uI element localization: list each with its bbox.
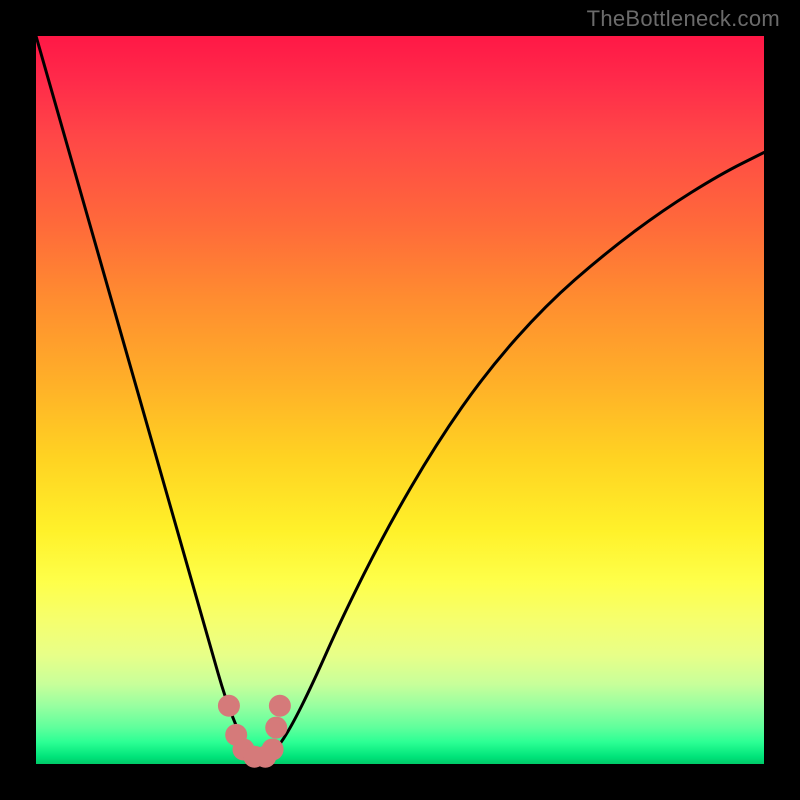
chart-frame: TheBottleneck.com xyxy=(0,0,800,800)
curve-path xyxy=(36,36,764,757)
bottleneck-curve xyxy=(36,36,764,757)
plot-area xyxy=(36,36,764,764)
highlight-markers xyxy=(218,695,291,768)
marker-dot xyxy=(218,695,240,717)
curve-svg xyxy=(36,36,764,764)
watermark-text: TheBottleneck.com xyxy=(587,6,780,32)
marker-dot xyxy=(269,695,291,717)
marker-dot xyxy=(262,738,284,760)
marker-dot xyxy=(265,717,287,739)
